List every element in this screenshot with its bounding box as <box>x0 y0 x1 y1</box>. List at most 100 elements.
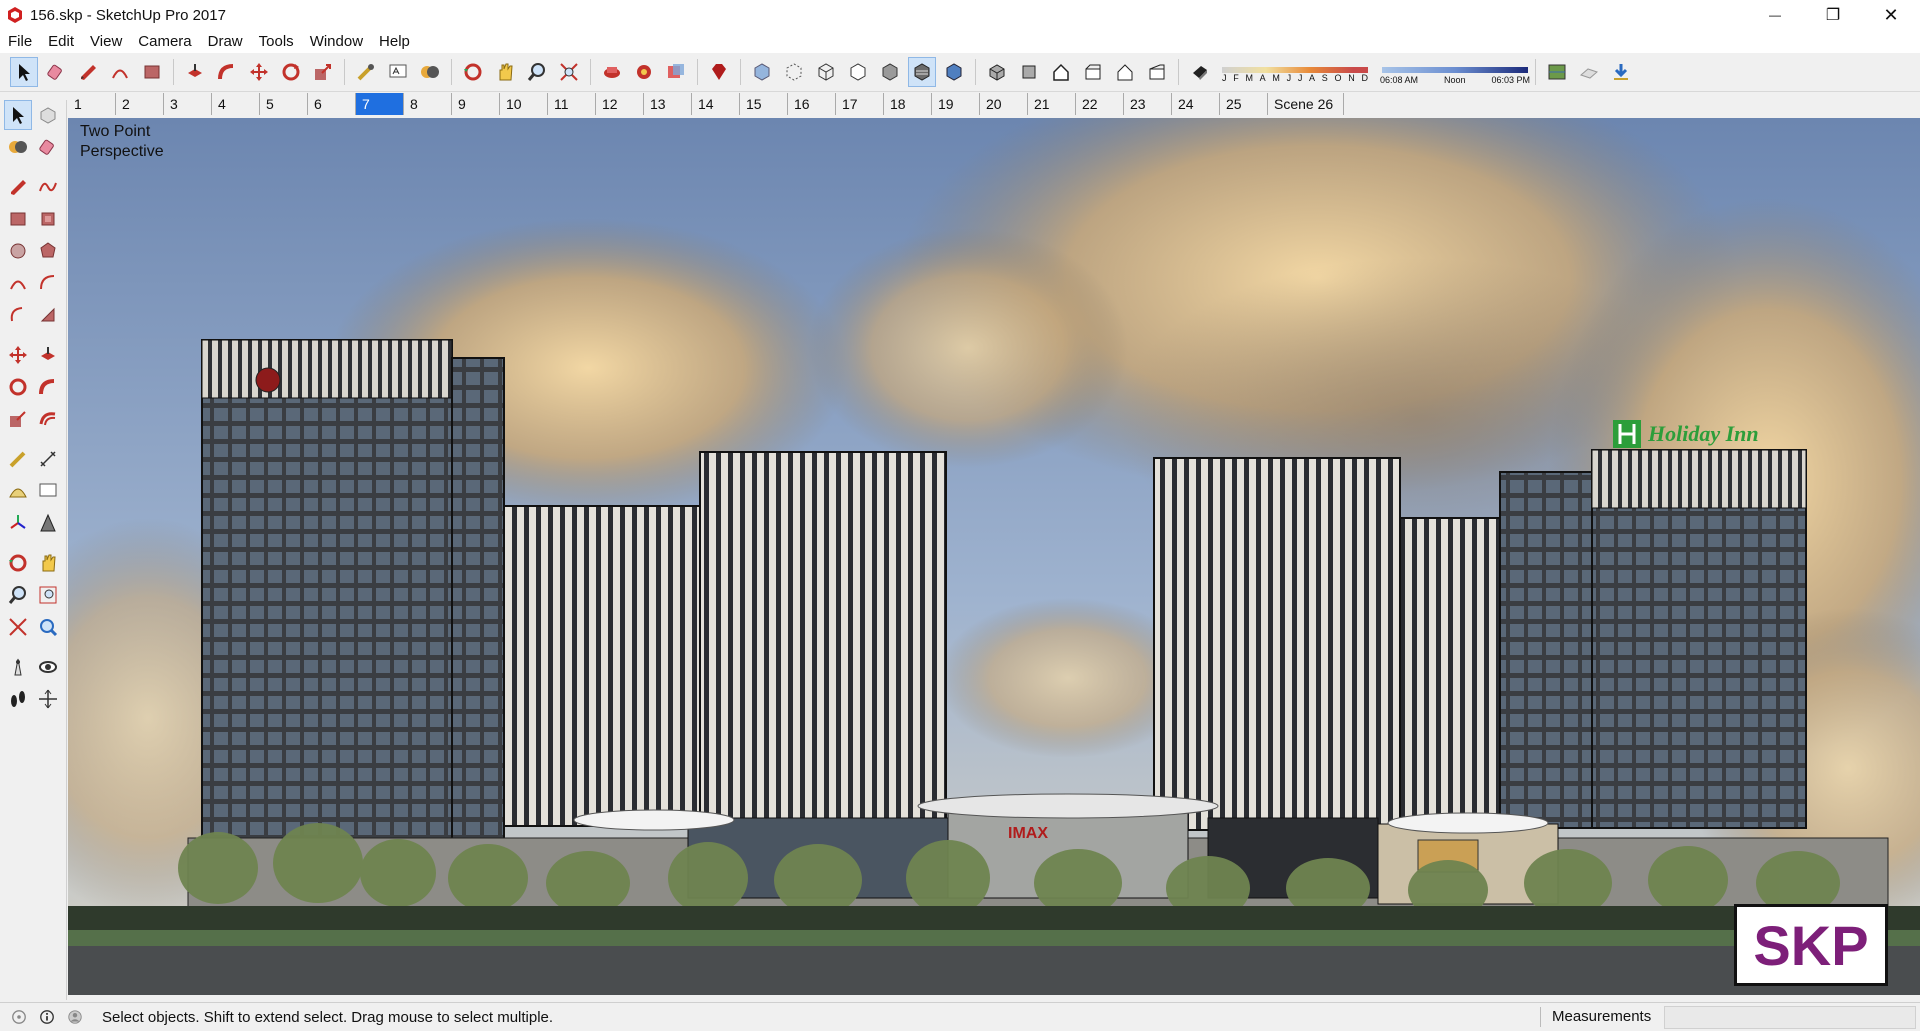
shadows-toggle-button[interactable] <box>1186 57 1214 87</box>
scene-tab[interactable]: 10 <box>500 93 548 115</box>
import-button[interactable] <box>1607 57 1635 87</box>
zoom-tool-button[interactable] <box>523 57 551 87</box>
3d-text-tool-button[interactable] <box>34 508 62 538</box>
scene-tab[interactable]: 21 <box>1028 93 1076 115</box>
scale-tool-button[interactable] <box>4 404 32 434</box>
scene-tab[interactable]: 20 <box>980 93 1028 115</box>
eraser-tool-button[interactable] <box>42 57 70 87</box>
scene-tab[interactable]: 4 <box>212 93 260 115</box>
scene-tab[interactable]: 22 <box>1076 93 1124 115</box>
zoom-extents-tool-button[interactable] <box>4 612 32 642</box>
menu-camera[interactable]: Camera <box>130 30 199 53</box>
three-point-arc-tool-button[interactable] <box>4 300 32 330</box>
push-pull-tool-button[interactable] <box>34 340 62 370</box>
monochrome-style-button[interactable] <box>940 57 968 87</box>
menu-file[interactable]: File <box>0 30 40 53</box>
ruby-console-button[interactable] <box>705 57 733 87</box>
scene-tab[interactable]: 14 <box>692 93 740 115</box>
polygon-tool-button[interactable] <box>34 236 62 266</box>
shadow-time-slider[interactable]: 06:08 AM Noon 06:03 PM <box>1380 57 1530 87</box>
rectangle-tool-button[interactable] <box>4 204 32 234</box>
offset-tool-button[interactable] <box>34 404 62 434</box>
shaded-style-button[interactable] <box>876 57 904 87</box>
scene-tab[interactable]: 16 <box>788 93 836 115</box>
front-view-button[interactable] <box>1047 57 1075 87</box>
move-tool-button[interactable] <box>245 57 273 87</box>
scene-tab[interactable]: 9 <box>452 93 500 115</box>
scene-tab[interactable]: 13 <box>644 93 692 115</box>
3d-warehouse-button[interactable] <box>598 57 626 87</box>
minimize-button[interactable]: — <box>1746 0 1804 30</box>
scene-tab[interactable]: 8 <box>404 93 452 115</box>
walk-tool-button[interactable] <box>4 684 32 714</box>
pan-tool-button[interactable] <box>34 548 62 578</box>
menu-window[interactable]: Window <box>302 30 371 53</box>
move-tool-button[interactable] <box>4 340 32 370</box>
left-view-button[interactable] <box>1143 57 1171 87</box>
freehand-tool-button[interactable] <box>34 172 62 202</box>
scene-tab[interactable]: 18 <box>884 93 932 115</box>
pencil-tool-button[interactable] <box>74 57 102 87</box>
paint-bucket-tool-button[interactable] <box>416 57 444 87</box>
scene-tab[interactable]: 7 <box>356 93 404 115</box>
zoom-tool-button[interactable] <box>4 580 32 610</box>
extension-warehouse-button[interactable] <box>630 57 658 87</box>
scene-tab[interactable]: 23 <box>1124 93 1172 115</box>
rotate-tool-button[interactable] <box>4 372 32 402</box>
scene-tab[interactable]: Scene 26 <box>1268 93 1345 115</box>
make-component-button[interactable] <box>34 100 62 130</box>
dimension-tool-button[interactable] <box>34 444 62 474</box>
menu-help[interactable]: Help <box>371 30 418 53</box>
push-pull-tool-button[interactable] <box>181 57 209 87</box>
axes-tool-button[interactable] <box>4 508 32 538</box>
follow-me-tool-button[interactable] <box>213 57 241 87</box>
rectangle-tool-button[interactable] <box>138 57 166 87</box>
top-view-button[interactable] <box>1015 57 1043 87</box>
text-tool-button[interactable] <box>34 476 62 506</box>
zoom-extents-tool-button[interactable] <box>555 57 583 87</box>
select-tool-button[interactable] <box>4 100 32 130</box>
geo-location-status-icon[interactable] <box>10 1008 28 1026</box>
orbit-tool-button[interactable] <box>4 548 32 578</box>
sandbox-button[interactable] <box>1575 57 1603 87</box>
xray-style-button[interactable] <box>748 57 776 87</box>
line-tool-button[interactable] <box>4 172 32 202</box>
menu-tools[interactable]: Tools <box>251 30 302 53</box>
zoom-window-tool-button[interactable] <box>34 580 62 610</box>
scene-tab[interactable]: 25 <box>1220 93 1268 115</box>
pie-tool-button[interactable] <box>34 300 62 330</box>
paint-bucket-tool-button[interactable] <box>4 132 32 162</box>
menu-view[interactable]: View <box>82 30 130 53</box>
close-button[interactable]: ✕ <box>1862 0 1920 30</box>
circle-tool-button[interactable] <box>4 236 32 266</box>
scene-tab[interactable]: 3 <box>164 93 212 115</box>
two-point-arc-tool-button[interactable] <box>34 268 62 298</box>
credits-status-icon[interactable] <box>38 1008 56 1026</box>
menu-edit[interactable]: Edit <box>40 30 82 53</box>
wireframe-style-button[interactable] <box>812 57 840 87</box>
orbit-tool-button[interactable] <box>459 57 487 87</box>
hidden-line-style-button[interactable] <box>844 57 872 87</box>
scene-tab[interactable]: 19 <box>932 93 980 115</box>
pan-tool-button[interactable] <box>491 57 519 87</box>
model-viewport[interactable]: Holiday Inn IMAX Two Point Perspective S… <box>68 118 1920 995</box>
iso-view-button[interactable] <box>983 57 1011 87</box>
send-to-layout-button[interactable] <box>662 57 690 87</box>
scene-tab[interactable]: 6 <box>308 93 356 115</box>
right-view-button[interactable] <box>1079 57 1107 87</box>
scene-tab[interactable]: 15 <box>740 93 788 115</box>
rotate-tool-button[interactable] <box>277 57 305 87</box>
rotated-rectangle-tool-button[interactable] <box>34 204 62 234</box>
shadow-date-slider[interactable]: J F M A M J J A S O N D <box>1220 57 1370 87</box>
arc-tool-button[interactable] <box>4 268 32 298</box>
look-around-tool-button[interactable] <box>34 652 62 682</box>
scene-tab[interactable]: 17 <box>836 93 884 115</box>
measurements-input[interactable] <box>1664 1006 1916 1029</box>
scene-tab[interactable]: 1 <box>68 93 116 115</box>
scale-tool-button[interactable] <box>309 57 337 87</box>
text-tool-button[interactable] <box>384 57 412 87</box>
previous-view-button[interactable] <box>34 612 62 642</box>
eraser-tool-button[interactable] <box>34 132 62 162</box>
user-status-icon[interactable] <box>66 1008 84 1026</box>
scene-tab[interactable]: 2 <box>116 93 164 115</box>
